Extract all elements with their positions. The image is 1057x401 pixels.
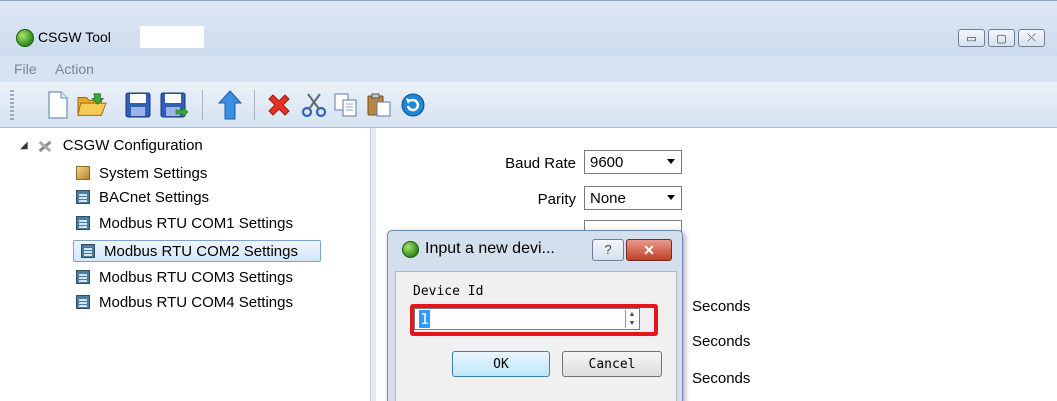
menu-file[interactable]: File: [14, 61, 37, 77]
cut-icon[interactable]: [299, 90, 329, 120]
baud-rate-select[interactable]: 9600: [584, 150, 682, 174]
dialog-close-button[interactable]: ✕: [626, 239, 672, 261]
settings-page-icon: [76, 216, 90, 230]
save-icon[interactable]: [123, 90, 153, 120]
app-logo-icon: [16, 29, 34, 47]
seconds-unit-2: Seconds: [692, 333, 751, 350]
parity-select[interactable]: None: [584, 186, 682, 210]
close-button[interactable]: ⤬: [1018, 29, 1045, 47]
highlight-box: [410, 304, 658, 336]
title-blank-area: [140, 26, 204, 48]
maximize-button[interactable]: ▢: [988, 29, 1015, 47]
parity-value: None: [590, 189, 626, 207]
app-logo-icon: [402, 241, 419, 258]
dialog-title: Input a new devi...: [425, 240, 555, 257]
upload-icon[interactable]: [215, 90, 245, 120]
settings-page-icon: [81, 244, 95, 258]
tree-item-label: Modbus RTU COM1 Settings: [99, 214, 293, 232]
tree-item-modbus-com3[interactable]: Modbus RTU COM3 Settings: [76, 266, 293, 288]
tree-item-bacnet-settings[interactable]: BACnet Settings: [76, 186, 209, 208]
settings-page-icon: [76, 190, 90, 204]
tools-icon: [36, 138, 54, 154]
tree-item-modbus-com4[interactable]: Modbus RTU COM4 Settings: [76, 291, 293, 313]
delete-icon[interactable]: [264, 90, 294, 120]
system-settings-icon: [76, 166, 90, 180]
seconds-unit-1: Seconds: [692, 298, 751, 315]
toolbar-separator: [202, 90, 203, 120]
tree-item-label: System Settings: [99, 164, 208, 182]
baud-rate-label: Baud Rate: [505, 155, 576, 172]
title-bar[interactable]: CSGW Tool ▭ ▢ ⤬: [0, 0, 1057, 57]
dropdown-arrow-icon: [667, 195, 675, 200]
menu-action[interactable]: Action: [55, 61, 94, 77]
collapse-triangle-icon[interactable]: ◢: [20, 140, 28, 151]
refresh-icon[interactable]: [398, 90, 428, 120]
new-device-dialog: Input a new devi... ? ✕ Device Id 1 ▲ ▼ …: [387, 230, 683, 401]
cancel-button[interactable]: Cancel: [562, 351, 662, 377]
device-id-label: Device Id: [413, 284, 484, 299]
seconds-unit-3: Seconds: [692, 370, 751, 387]
baud-rate-value: 9600: [590, 153, 624, 171]
toolbar-separator: [254, 90, 255, 120]
help-button[interactable]: ?: [592, 239, 624, 261]
new-file-icon[interactable]: [43, 90, 73, 120]
tree-item-modbus-com1[interactable]: Modbus RTU COM1 Settings: [76, 212, 293, 234]
dialog-body: Device Id 1 ▲ ▼ OK Cancel: [395, 271, 677, 401]
tree-item-label: Modbus RTU COM2 Settings: [104, 242, 298, 260]
ok-button[interactable]: OK: [452, 351, 550, 377]
save-as-icon[interactable]: [159, 90, 189, 120]
copy-icon[interactable]: [331, 90, 361, 120]
app-window: CSGW Tool ▭ ▢ ⤬ File Action ◢ CSGW Confi…: [0, 0, 1057, 401]
settings-page-icon: [76, 270, 90, 284]
tree-item-label: Modbus RTU COM3 Settings: [99, 268, 293, 286]
tree-item-label: Modbus RTU COM4 Settings: [99, 293, 293, 311]
tree-item-modbus-com2[interactable]: Modbus RTU COM2 Settings: [73, 240, 321, 262]
parity-label: Parity: [537, 191, 576, 208]
toolbar-grip[interactable]: [10, 90, 14, 120]
tree-root[interactable]: ◢ CSGW Configuration: [20, 137, 203, 154]
tree-item-label: BACnet Settings: [99, 188, 210, 206]
settings-page-icon: [76, 295, 90, 309]
config-tree: ◢ CSGW Configuration System Settings BAC…: [0, 128, 371, 401]
dropdown-arrow-icon: [667, 159, 675, 164]
menu-bar: File Action: [0, 56, 1057, 83]
minimize-button[interactable]: ▭: [958, 29, 985, 47]
window-title: CSGW Tool: [38, 29, 111, 45]
tree-root-label: CSGW Configuration: [62, 137, 203, 154]
tree-item-system-settings[interactable]: System Settings: [76, 162, 207, 184]
paste-icon[interactable]: [364, 90, 394, 120]
open-folder-icon[interactable]: [77, 90, 107, 120]
window-controls: ▭ ▢ ⤬: [958, 29, 1045, 47]
